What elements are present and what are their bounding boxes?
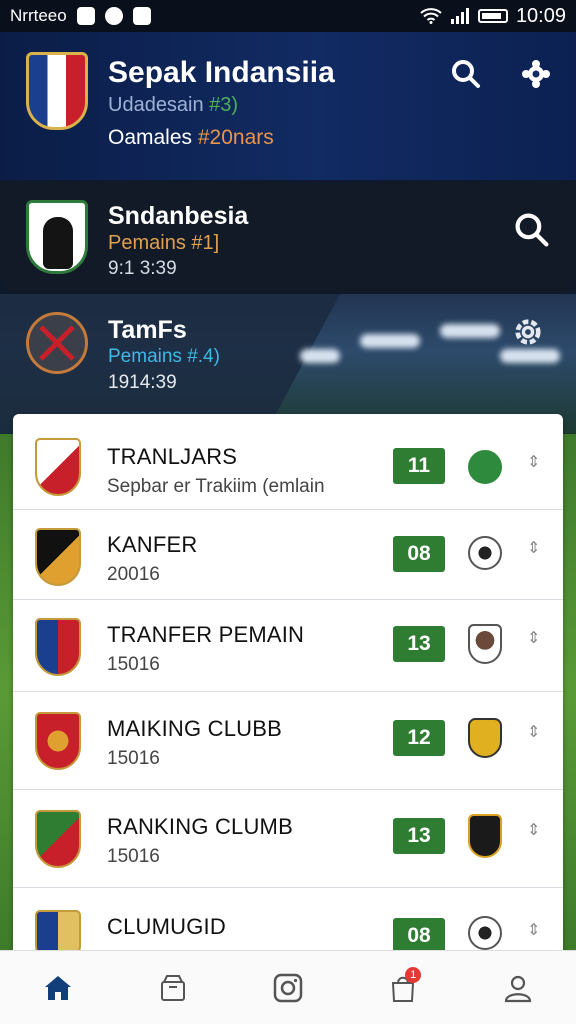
card-search-button[interactable] <box>514 212 550 253</box>
nav-profile[interactable] <box>488 963 548 1013</box>
notification-badge: 1 <box>405 966 422 983</box>
list-item-subtitle: Sepbar er Trakiim (emlain <box>107 476 325 497</box>
transfer-list: TRANLJARS Sepbar er Trakiim (emlain 11 ⇕… <box>13 414 563 954</box>
football-icon <box>468 916 502 950</box>
reorder-handle-icon[interactable]: ⇕ <box>527 452 540 472</box>
club-mini-logo <box>468 814 502 858</box>
club-crest <box>35 810 81 868</box>
score-badge: 08 <box>393 918 445 954</box>
club-crest <box>35 618 81 676</box>
wifi-icon <box>420 8 442 24</box>
club-mini-logo <box>468 450 502 484</box>
list-item[interactable]: KANFER 20016 08 ⇕ <box>13 510 563 600</box>
list-item-title: KANFER <box>107 532 198 557</box>
club-crest <box>35 910 81 954</box>
box-icon <box>160 974 185 1001</box>
list-item[interactable]: RANKING CLUMB 15016 13 ⇕ <box>13 790 563 888</box>
list-item-subtitle: 15016 <box>107 654 160 675</box>
player-avatar <box>468 624 502 664</box>
reorder-handle-icon[interactable]: ⇕ <box>527 538 540 558</box>
search-icon <box>515 213 549 247</box>
featured-card-time: 9:1 3:39 <box>108 258 177 279</box>
banner-settings-button[interactable] <box>512 316 544 353</box>
list-item[interactable]: CLUMUGID 08 ⇕ <box>13 888 563 954</box>
list-item-subtitle: 20016 <box>107 564 160 585</box>
club-mini-logo <box>468 718 502 758</box>
header-info-line: Oamales #20nars <box>108 126 274 149</box>
nav-bag[interactable]: 1 <box>373 963 433 1013</box>
score-badge: 11 <box>393 448 445 484</box>
list-item-title: RANKING CLUMB <box>107 814 293 839</box>
score-badge: 12 <box>393 720 445 756</box>
header-subtitle: Udadesain #3) <box>108 94 239 116</box>
settings-button[interactable] <box>516 54 556 94</box>
status-bar: Nrrteeo 10:09 <box>0 0 576 32</box>
featured-card[interactable]: Sndanbesia Pemains #1] 9:1 3:39 <box>0 182 576 292</box>
carrier-label: Nrrteeo <box>10 6 67 25</box>
club-crest <box>26 200 88 274</box>
profile-icon <box>505 975 532 1002</box>
settings-icon <box>522 60 550 88</box>
banner-time: 1914:39 <box>108 372 177 393</box>
list-item-title: CLUMUGID <box>107 914 226 939</box>
nav-home[interactable] <box>28 963 88 1013</box>
score-badge: 08 <box>393 536 445 572</box>
list-item[interactable]: TRANLJARS Sepbar er Trakiim (emlain 11 ⇕ <box>13 414 563 510</box>
banner-title: TamFs <box>108 316 187 344</box>
list-item-title: MAIKING CLUBB <box>107 716 282 741</box>
notification-icon <box>76 7 95 25</box>
stadium-banner[interactable]: TamFs Pemains #.4) 1914:39 <box>0 294 576 434</box>
reorder-handle-icon[interactable]: ⇕ <box>527 722 540 742</box>
team-crest-logo <box>26 52 88 130</box>
home-icon <box>44 975 71 1000</box>
list-item-title: TRANFER PEMAIN <box>107 622 305 647</box>
list-item-subtitle: 15016 <box>107 748 160 769</box>
crossed-crest-icon <box>39 325 75 361</box>
reorder-handle-icon[interactable]: ⇕ <box>527 920 540 940</box>
football-icon <box>468 536 502 570</box>
list-item[interactable]: TRANFER PEMAIN 15016 13 ⇕ <box>13 600 563 692</box>
list-item[interactable]: MAIKING CLUBB 15016 12 ⇕ <box>13 692 563 790</box>
grid-notification-icon <box>132 7 151 25</box>
app-title: Sepak Indansiia <box>108 56 335 89</box>
score-badge: 13 <box>393 818 445 854</box>
clock: 10:09 <box>515 4 566 27</box>
signal-icon <box>450 8 469 24</box>
camera-icon <box>273 973 303 1002</box>
settings-icon <box>515 319 541 345</box>
banner-subtitle: Pemains #.4) <box>108 346 220 367</box>
club-crest <box>26 312 88 374</box>
featured-card-title: Sndanbesia <box>108 202 249 230</box>
club-crest <box>35 528 81 586</box>
club-crest <box>35 438 81 496</box>
list-item-title: TRANLJARS <box>107 444 238 469</box>
bottom-navigation: 1 <box>0 950 576 1024</box>
search-button[interactable] <box>446 54 486 94</box>
search-icon <box>452 60 480 88</box>
app-notification-icon <box>104 7 123 25</box>
app-header: Sepak Indansiia Udadesain #3) Oamales #2… <box>0 32 576 180</box>
featured-card-subtitle: Pemains #1] <box>108 232 220 254</box>
score-badge: 13 <box>393 626 445 662</box>
nav-camera[interactable] <box>258 963 318 1013</box>
reorder-handle-icon[interactable]: ⇕ <box>527 820 540 840</box>
list-item-subtitle: 15016 <box>107 846 160 867</box>
reorder-handle-icon[interactable]: ⇕ <box>527 628 540 648</box>
battery-icon <box>477 9 508 23</box>
club-crest <box>35 712 81 770</box>
nav-box[interactable] <box>143 963 203 1013</box>
